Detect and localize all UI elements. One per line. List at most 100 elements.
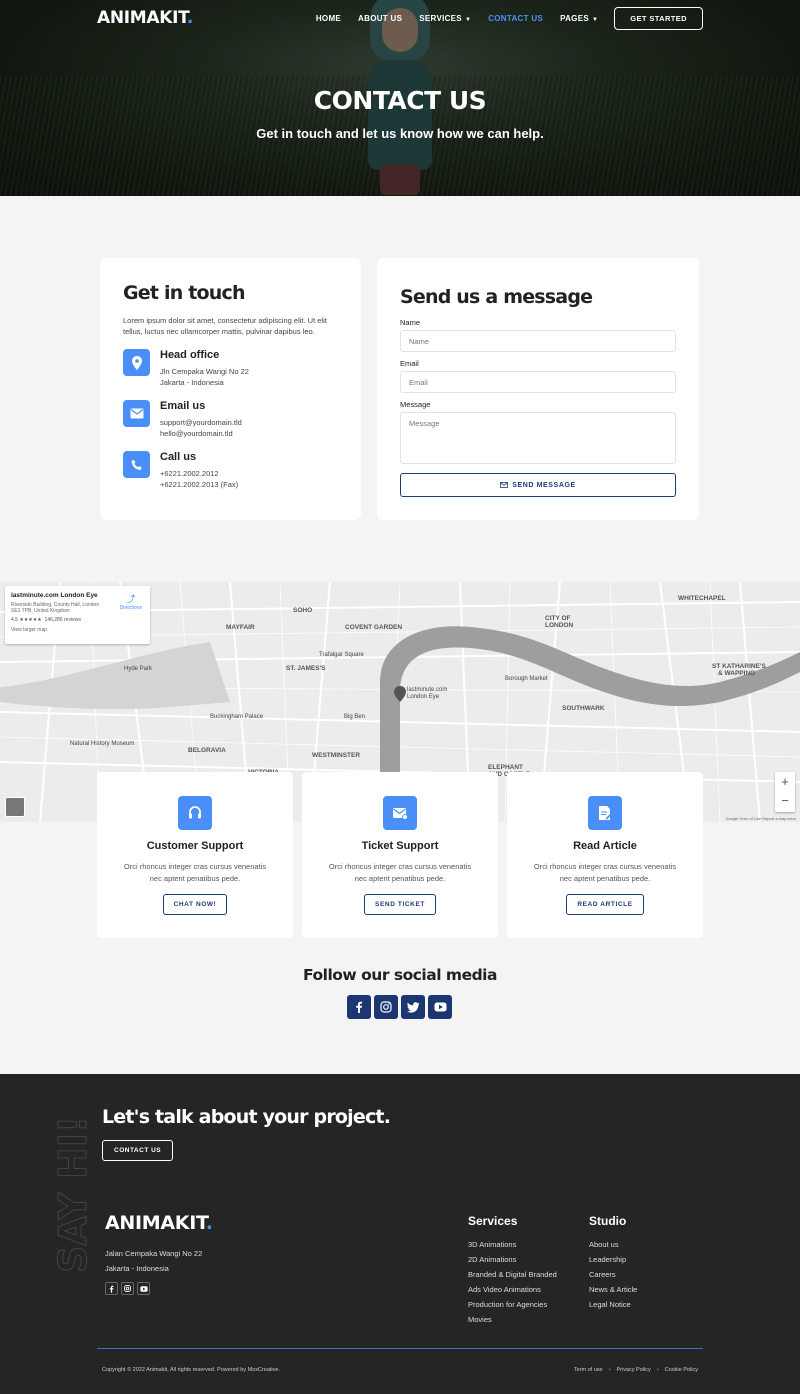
- footer-studio-column: Studio About us Leadership Careers News …: [589, 1214, 637, 1312]
- name-field[interactable]: [400, 330, 676, 352]
- terms-link[interactable]: Term of use: [574, 1367, 603, 1373]
- svg-text:Borough Market: Borough Market: [505, 676, 548, 682]
- svg-text:SAY HI!: SAY HI!: [54, 1116, 94, 1273]
- map-place-card: lastminute.com London Eye Riverside Buil…: [5, 586, 150, 644]
- info-row-office: Head office Jln Cempaka Wangi No 22 Jaka…: [123, 349, 338, 388]
- social-title: Follow our social media: [303, 966, 497, 984]
- info-title: Get in touch: [123, 282, 245, 304]
- page-title: CONTACT US: [313, 86, 487, 115]
- ticket-support-card: Ticket Support Orci rhoncus integer cras…: [302, 772, 498, 938]
- svg-text:SOUTHWARK: SOUTHWARK: [562, 705, 605, 712]
- message-field[interactable]: [400, 412, 676, 464]
- legal-links: Term of use • Privacy Policy • Cookie Po…: [573, 1367, 698, 1373]
- map-credit: Google Term of Use Report a map error: [725, 816, 796, 821]
- headset-icon: [178, 796, 212, 830]
- facebook-icon[interactable]: [105, 1282, 118, 1295]
- svg-text:WHITECHAPEL: WHITECHAPEL: [678, 595, 726, 602]
- footer-link[interactable]: Legal Notice: [589, 1297, 637, 1312]
- footer-link[interactable]: Ads Video Animations: [468, 1282, 557, 1297]
- svg-text:SOHO: SOHO: [293, 607, 312, 614]
- info-row-email: Email us support@yourdomain.tld hello@yo…: [123, 400, 338, 439]
- send-message-button[interactable]: SEND MESSAGE: [400, 473, 676, 497]
- footer-logo[interactable]: ANIMAKIT.: [105, 1212, 213, 1234]
- footer-link[interactable]: Production for Agencies: [468, 1297, 557, 1312]
- zoom-in-button[interactable]: +: [775, 772, 795, 791]
- facebook-icon[interactable]: [347, 995, 371, 1019]
- svg-text:CITY OF: CITY OF: [545, 615, 571, 622]
- nav-contact[interactable]: CONTACT US: [488, 14, 543, 23]
- footer-divider: [97, 1348, 703, 1349]
- nav-home[interactable]: HOME: [316, 14, 341, 23]
- footer-link[interactable]: News & Article: [589, 1282, 637, 1297]
- contact-info-card: Get in touch Lorem ipsum dolor sit amet,…: [100, 258, 361, 520]
- customer-support-card: Customer Support Orci rhoncus integer cr…: [97, 772, 293, 938]
- nav-services[interactable]: SERVICES ▼: [419, 14, 471, 23]
- send-ticket-button[interactable]: SEND TICKET: [364, 894, 436, 915]
- reviews-link[interactable]: 146,286 reviews: [45, 617, 81, 623]
- social-links: [347, 995, 452, 1019]
- email-label: Email: [400, 359, 419, 368]
- page-subtitle: Get in touch and let us know how we can …: [256, 126, 544, 141]
- svg-text:WESTMINSTER: WESTMINSTER: [312, 752, 360, 759]
- zoom-out-button[interactable]: −: [775, 791, 795, 810]
- footer-link[interactable]: 2D Animations: [468, 1252, 557, 1267]
- svg-text:Hyde Park: Hyde Park: [124, 666, 153, 672]
- svg-text:ELEPHANT: ELEPHANT: [488, 764, 523, 771]
- read-article-button[interactable]: READ ARTICLE: [566, 894, 644, 915]
- footer-link[interactable]: Careers: [589, 1267, 637, 1282]
- footer-link[interactable]: Branded & Digital Branded: [468, 1267, 557, 1282]
- svg-text:Big Ben: Big Ben: [344, 714, 365, 720]
- svg-text:lastminute.com: lastminute.com: [407, 687, 447, 693]
- instagram-icon[interactable]: [374, 995, 398, 1019]
- read-article-card: Read Article Orci rhoncus integer cras c…: [507, 772, 703, 938]
- contact-us-button[interactable]: CONTACT US: [102, 1140, 174, 1161]
- ticket-mail-icon: [383, 796, 417, 830]
- cta-title: Let's talk about your project.: [102, 1106, 391, 1128]
- message-label: Message: [400, 400, 431, 409]
- get-started-button[interactable]: GET STARTED: [614, 6, 703, 30]
- hero-banner: ANIMAKIT. HOME ABOUT US SERVICES ▼ CONTAC…: [0, 0, 800, 196]
- nav-about[interactable]: ABOUT US: [358, 14, 402, 23]
- info-row-call: Call us +6221.2002.2012 +6221.2002.2013 …: [123, 451, 338, 490]
- nav-pages[interactable]: PAGES ▼: [560, 14, 598, 23]
- instagram-icon[interactable]: [121, 1282, 134, 1295]
- email-field[interactable]: [400, 371, 676, 393]
- name-label: Name: [400, 318, 421, 327]
- svg-text:ST KATHARINE'S: ST KATHARINE'S: [712, 663, 766, 670]
- footer-social-links: [105, 1282, 150, 1295]
- youtube-icon[interactable]: [428, 995, 452, 1019]
- form-title: Send us a message: [400, 286, 593, 308]
- copyright: Copyright © 2022 Animakit, All rights re…: [102, 1367, 280, 1373]
- envelope-icon: [123, 400, 150, 427]
- svg-text:MAYFAIR: MAYFAIR: [226, 624, 255, 631]
- youtube-icon[interactable]: [137, 1282, 150, 1295]
- say-hi-outline-text: SAY HI!: [54, 1115, 94, 1273]
- svg-text:Natural History Museum: Natural History Museum: [70, 741, 134, 747]
- satellite-toggle[interactable]: [5, 797, 25, 817]
- chevron-down-icon: ▼: [591, 16, 599, 23]
- view-larger-map-link[interactable]: View larger map: [11, 627, 144, 633]
- privacy-link[interactable]: Privacy Policy: [617, 1367, 651, 1373]
- footer-link[interactable]: Leadership: [589, 1252, 637, 1267]
- cookie-link[interactable]: Cookie Policy: [665, 1367, 698, 1373]
- svg-text:BELGRAVIA: BELGRAVIA: [188, 747, 226, 754]
- directions-button[interactable]: ⤴ Directions: [120, 592, 142, 611]
- info-lead: Lorem ipsum dolor sit amet, consectetur …: [123, 316, 327, 336]
- message-form-card: Send us a message Name Email Message SEN…: [377, 258, 699, 520]
- footer-address: Jalan Cempaka Wangi No 22 Jakarta - Indo…: [105, 1249, 203, 1273]
- footer-link[interactable]: 3D Animations: [468, 1237, 557, 1252]
- svg-text:London Eye: London Eye: [407, 694, 440, 700]
- footer-link[interactable]: About us: [589, 1237, 637, 1252]
- footer: SAY HI! Let's talk about your project. C…: [0, 1074, 800, 1394]
- nav-menu: HOME ABOUT US SERVICES ▼ CONTACT US PAGES…: [299, 6, 703, 30]
- chat-now-button[interactable]: CHAT NOW!: [162, 894, 228, 915]
- twitter-icon[interactable]: [401, 995, 425, 1019]
- map-zoom-controls[interactable]: + −: [775, 772, 795, 812]
- svg-text:LONDON: LONDON: [545, 622, 573, 629]
- contact-section: Get in touch Lorem ipsum dolor sit amet,…: [0, 196, 800, 582]
- map-support-section: SOHO MAYFAIR COVENT GARDEN ST. JAMES'S C…: [0, 582, 800, 1074]
- logo[interactable]: ANIMAKIT.: [97, 8, 193, 28]
- top-nav: ANIMAKIT. HOME ABOUT US SERVICES ▼ CONTAC…: [0, 0, 800, 36]
- footer-link[interactable]: Movies: [468, 1312, 557, 1327]
- svg-text:COVENT GARDEN: COVENT GARDEN: [345, 624, 402, 631]
